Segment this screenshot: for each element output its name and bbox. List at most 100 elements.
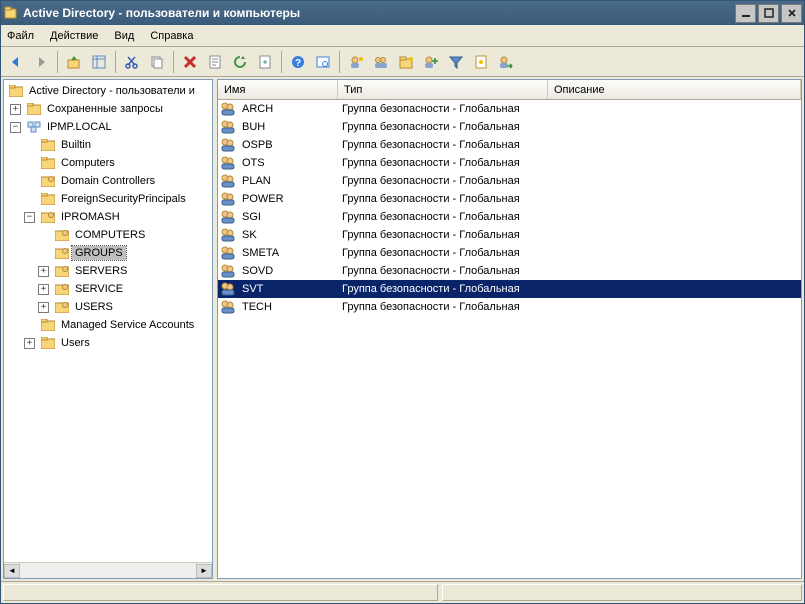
column-description[interactable]: Описание [548,80,801,99]
expand-icon[interactable]: + [24,338,35,349]
folder-icon [27,103,41,115]
add-to-group-button[interactable] [420,51,442,73]
cell-type: Группа безопасности - Глобальная [338,229,548,241]
delegation-button[interactable] [470,51,492,73]
expand-icon[interactable]: + [10,104,21,115]
find-button[interactable] [312,51,334,73]
tree-label: Builtin [58,138,94,152]
export-list-button[interactable] [254,51,276,73]
tree-ou-servers[interactable]: + SERVERS [6,262,212,280]
status-bar [1,581,804,603]
group-icon [220,101,236,117]
tree-computers[interactable]: Computers [6,154,212,172]
list-row[interactable]: POWERГруппа безопасности - Глобальная [218,190,801,208]
tree-root[interactable]: Active Directory - пользователи и [6,82,212,100]
cell-type: Группа безопасности - Глобальная [338,301,548,313]
group-icon [220,245,236,261]
list-row[interactable]: SGIГруппа безопасности - Глобальная [218,208,801,226]
scroll-left-icon[interactable]: ◄ [4,564,20,578]
tree-ou-computers[interactable]: COMPUTERS [6,226,212,244]
up-button[interactable] [63,51,85,73]
menu-file[interactable]: Файл [7,30,34,42]
tree-users[interactable]: + Users [6,334,212,352]
tree-label: COMPUTERS [72,228,148,242]
cell-type: Группа безопасности - Глобальная [338,121,548,133]
cut-button[interactable] [121,51,143,73]
back-button[interactable] [5,51,27,73]
menu-bar: Файл Действие Вид Справка [1,25,804,47]
ou-icon [55,265,69,277]
tree-label: SERVERS [72,264,130,278]
filter-button[interactable] [445,51,467,73]
content-area: Active Directory - пользователи и + Сохр… [1,77,804,581]
new-group-button[interactable] [370,51,392,73]
list-header: Имя Тип Описание [218,80,801,100]
menu-view[interactable]: Вид [114,30,134,42]
folder-icon [41,337,55,349]
ou-icon [41,211,55,223]
tree-scrollbar[interactable]: ◄ ► [4,562,212,578]
close-button[interactable] [781,4,802,23]
collapse-icon[interactable]: − [10,122,21,133]
cell-name: SGI [238,211,338,223]
group-icon [220,281,236,297]
tree-msa[interactable]: Managed Service Accounts [6,316,212,334]
column-name[interactable]: Имя [218,80,338,99]
title-bar[interactable]: Active Directory - пользователи и компью… [1,1,804,25]
scroll-right-icon[interactable]: ► [196,564,212,578]
list-row[interactable]: SKГруппа безопасности - Глобальная [218,226,801,244]
refresh-button[interactable] [229,51,251,73]
delete-button[interactable] [179,51,201,73]
copy-button[interactable] [146,51,168,73]
list-body[interactable]: ARCHГруппа безопасности - ГлобальнаяBUHГ… [218,100,801,578]
list-row[interactable]: SOVDГруппа безопасности - Глобальная [218,262,801,280]
menu-help[interactable]: Справка [150,30,193,42]
tree-label: IPMP.LOCAL [44,120,115,134]
menu-action[interactable]: Действие [50,30,98,42]
tree-ipromash[interactable]: − IPROMASH [6,208,212,226]
ou-icon [55,247,69,259]
cell-name: SOVD [238,265,338,277]
properties-button[interactable] [204,51,226,73]
help-button[interactable]: ? [287,51,309,73]
collapse-icon[interactable]: − [24,212,35,223]
list-row[interactable]: TECHГруппа безопасности - Глобальная [218,298,801,316]
minimize-button[interactable] [735,4,756,23]
expand-icon[interactable]: + [38,284,49,295]
new-ou-button[interactable] [395,51,417,73]
list-row[interactable]: SMETAГруппа безопасности - Глобальная [218,244,801,262]
tree-builtin[interactable]: Builtin [6,136,212,154]
maximize-button[interactable] [758,4,779,23]
forward-button[interactable] [30,51,52,73]
tree[interactable]: Active Directory - пользователи и + Сохр… [4,80,212,562]
expand-icon[interactable]: + [38,266,49,277]
tree-domain[interactable]: − IPMP.LOCAL [6,118,212,136]
list-row[interactable]: PLANГруппа безопасности - Глобальная [218,172,801,190]
tree-domain-controllers[interactable]: Domain Controllers [6,172,212,190]
tree-ou-groups[interactable]: GROUPS [6,244,212,262]
ou-icon [55,229,69,241]
list-row[interactable]: BUHГруппа безопасности - Глобальная [218,118,801,136]
group-icon [220,119,236,135]
show-hide-button[interactable] [88,51,110,73]
expand-icon[interactable]: + [38,302,49,313]
cell-type: Группа безопасности - Глобальная [338,103,548,115]
list-row[interactable]: OTSГруппа безопасности - Глобальная [218,154,801,172]
list-row[interactable]: ARCHГруппа безопасности - Глобальная [218,100,801,118]
list-row[interactable]: OSPBГруппа безопасности - Глобальная [218,136,801,154]
tree-ou-service[interactable]: + SERVICE [6,280,212,298]
tree-label: SERVICE [72,282,126,296]
cell-type: Группа безопасности - Глобальная [338,283,548,295]
list-row[interactable]: SVTГруппа безопасности - Глобальная [218,280,801,298]
column-type[interactable]: Тип [338,80,548,99]
new-user-button[interactable] [345,51,367,73]
tree-label: IPROMASH [58,210,123,224]
tree-saved-queries[interactable]: + Сохраненные запросы [6,100,212,118]
raise-domain-button[interactable] [495,51,517,73]
tree-pane: Active Directory - пользователи и + Сохр… [3,79,213,579]
tree-fsp[interactable]: ForeignSecurityPrincipals [6,190,212,208]
cell-type: Группа безопасности - Глобальная [338,265,548,277]
cell-name: SVT [238,283,338,295]
tree-ou-users[interactable]: + USERS [6,298,212,316]
tree-label: Сохраненные запросы [44,102,166,116]
